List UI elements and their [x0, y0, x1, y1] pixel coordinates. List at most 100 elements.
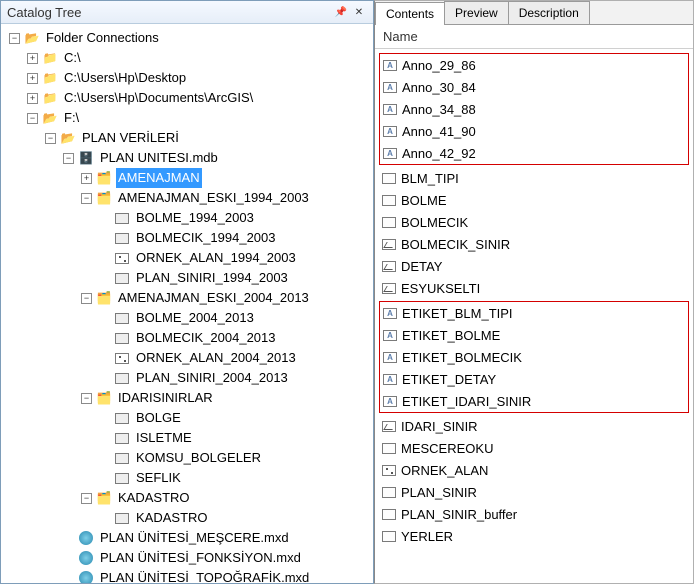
collapse-icon[interactable]: − [27, 113, 38, 124]
close-icon[interactable]: ✕ [351, 4, 367, 20]
annotation-feature-class-icon: A [382, 145, 398, 161]
tree-item[interactable]: PLAN ÜNİTESİ_TOPOĞRAFİK.mxd [1, 568, 373, 583]
list-item[interactable]: AAnno_42_92 [380, 142, 688, 164]
tree-item-label: PLAN ÜNİTESİ_TOPOĞRAFİK.mxd [98, 568, 311, 583]
tree-item-label: BOLME_2004_2013 [134, 308, 256, 328]
polygon-feature-class-icon [114, 410, 130, 426]
polygon-feature-class-icon [381, 528, 397, 544]
tree-item-label: KOMSU_BOLGELER [134, 448, 263, 468]
collapse-icon[interactable]: − [45, 133, 56, 144]
list-item[interactable]: AAnno_29_86 [380, 54, 688, 76]
tree-item[interactable]: −📂PLAN VERİLERİ [1, 128, 373, 148]
tree-item[interactable]: PLAN ÜNİTESİ_MEŞCERE.mxd [1, 528, 373, 548]
list-item[interactable]: BOLMECIK [379, 211, 689, 233]
tree-item[interactable]: PLAN_SINIRI_2004_2013 [1, 368, 373, 388]
tree-item[interactable]: +📁C:\Users\Hp\Documents\ArcGIS\ [1, 88, 373, 108]
list-item[interactable]: AETIKET_DETAY [380, 368, 688, 390]
list-item[interactable]: AETIKET_IDARI_SINIR [380, 390, 688, 412]
tree-item[interactable]: −🗄️PLAN UNITESI.mdb [1, 148, 373, 168]
point-feature-class-icon [114, 250, 130, 266]
tree-view[interactable]: −📂Folder Connections+📁C:\+📁C:\Users\Hp\D… [1, 24, 373, 583]
tree-item[interactable]: −📂Folder Connections [1, 28, 373, 48]
tree-item-label: ISLETME [134, 428, 194, 448]
line-feature-class-icon [381, 418, 397, 434]
tree-item[interactable]: −🗂️AMENAJMAN_ESKI_1994_2003 [1, 188, 373, 208]
list-item[interactable]: MESCEREOKU [379, 437, 689, 459]
tab-preview[interactable]: Preview [444, 1, 509, 24]
folder-icon: 📁 [42, 50, 58, 66]
tree-item[interactable]: ISLETME [1, 428, 373, 448]
tab-bar: ContentsPreviewDescription [375, 1, 693, 25]
tree-item[interactable]: +📁C:\Users\Hp\Desktop [1, 68, 373, 88]
tree-item[interactable]: PLAN_SINIRI_1994_2003 [1, 268, 373, 288]
list-item[interactable]: AAnno_34_88 [380, 98, 688, 120]
list-item[interactable]: ORNEK_ALAN [379, 459, 689, 481]
list-item[interactable]: BOLMECIK_SINIR [379, 233, 689, 255]
tab-contents[interactable]: Contents [375, 2, 445, 25]
tree-item-label: AMENAJMAN_ESKI_2004_2013 [116, 288, 311, 308]
polygon-feature-class-icon [381, 440, 397, 456]
collapse-icon[interactable]: − [81, 393, 92, 404]
tree-item[interactable]: SEFLIK [1, 468, 373, 488]
list-item[interactable]: AETIKET_BLM_TIPI [380, 302, 688, 324]
list-item-label: IDARI_SINIR [401, 419, 478, 434]
contents-list[interactable]: AAnno_29_86AAnno_30_84AAnno_34_88AAnno_4… [375, 49, 693, 583]
tree-item[interactable]: +📁C:\ [1, 48, 373, 68]
list-item[interactable]: AETIKET_BOLME [380, 324, 688, 346]
tree-item[interactable]: KOMSU_BOLGELER [1, 448, 373, 468]
tree-item[interactable]: −🗂️IDARISINIRLAR [1, 388, 373, 408]
tree-item[interactable]: −📂F:\ [1, 108, 373, 128]
list-item[interactable]: YERLER [379, 525, 689, 547]
column-header-name[interactable]: Name [375, 25, 693, 49]
tree-item[interactable]: BOLMECIK_1994_2003 [1, 228, 373, 248]
annotation-feature-class-icon: A [382, 349, 398, 365]
list-item-label: BOLMECIK [401, 215, 468, 230]
tree-item[interactable]: −🗂️AMENAJMAN_ESKI_2004_2013 [1, 288, 373, 308]
collapse-icon[interactable]: − [63, 153, 74, 164]
collapse-icon[interactable]: − [9, 33, 20, 44]
tree-item-label: ORNEK_ALAN_2004_2013 [134, 348, 298, 368]
tree-item[interactable]: −🗂️KADASTRO [1, 488, 373, 508]
tree-item[interactable]: BOLME_2004_2013 [1, 308, 373, 328]
pin-icon[interactable]: 📌 [333, 4, 349, 20]
tab-description[interactable]: Description [508, 1, 590, 24]
tree-item[interactable]: BOLGE [1, 408, 373, 428]
expand-icon[interactable]: + [27, 73, 38, 84]
list-item[interactable]: A ETIKET_BOLMECIK [380, 346, 688, 368]
tree-item[interactable]: PLAN ÜNİTESİ_FONKSİYON.mxd [1, 548, 373, 568]
tree-item[interactable]: ORNEK_ALAN_1994_2003 [1, 248, 373, 268]
collapse-icon[interactable]: − [81, 193, 92, 204]
tree-item-label: AMENAJMAN [116, 168, 202, 188]
tree-item-label: PLAN UNITESI.mdb [98, 148, 220, 168]
tree-item-label: BOLMECIK_2004_2013 [134, 328, 277, 348]
tree-item-label: Folder Connections [44, 28, 161, 48]
list-item[interactable]: DETAY [379, 255, 689, 277]
list-item[interactable]: PLAN_SINIR [379, 481, 689, 503]
point-feature-class-icon [381, 462, 397, 478]
expand-icon[interactable]: + [27, 93, 38, 104]
list-item-label: ETIKET_BOLMECIK [402, 350, 522, 365]
tree-item[interactable]: KADASTRO [1, 508, 373, 528]
tree-item[interactable]: +🗂️AMENAJMAN [1, 168, 373, 188]
list-item[interactable]: ESYUKSELTI [379, 277, 689, 299]
list-item[interactable]: BOLME [379, 189, 689, 211]
tree-item[interactable]: BOLME_1994_2003 [1, 208, 373, 228]
tree-item-label: KADASTRO [134, 508, 210, 528]
folder-icon: 📁 [42, 70, 58, 86]
tree-item[interactable]: BOLMECIK_2004_2013 [1, 328, 373, 348]
list-item-label: ORNEK_ALAN [401, 463, 488, 478]
expand-icon[interactable]: + [27, 53, 38, 64]
polygon-feature-class-icon [114, 330, 130, 346]
list-item[interactable]: AAnno_41_90 [380, 120, 688, 142]
list-item[interactable]: BLM_TIPI [379, 167, 689, 189]
tree-item-label: ORNEK_ALAN_1994_2003 [134, 248, 298, 268]
collapse-icon[interactable]: − [81, 293, 92, 304]
collapse-icon[interactable]: − [81, 493, 92, 504]
line-feature-class-icon [381, 258, 397, 274]
tree-item[interactable]: ORNEK_ALAN_2004_2013 [1, 348, 373, 368]
list-item[interactable]: PLAN_SINIR_buffer [379, 503, 689, 525]
list-item[interactable]: AAnno_30_84 [380, 76, 688, 98]
line-feature-class-icon [381, 236, 397, 252]
list-item[interactable]: IDARI_SINIR [379, 415, 689, 437]
expand-icon[interactable]: + [81, 173, 92, 184]
